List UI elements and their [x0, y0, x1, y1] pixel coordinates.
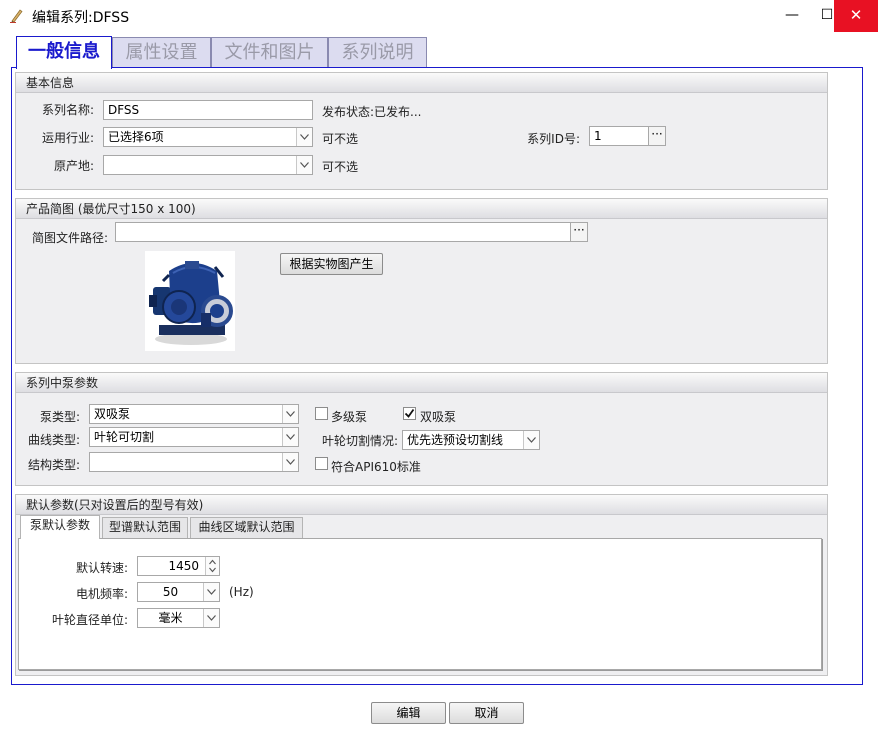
series-id-browse-button[interactable]: ··· — [648, 126, 666, 146]
pump-sketch-image — [145, 251, 235, 351]
impeller-unit-label: 叶轮直径单位: — [51, 613, 128, 627]
default-speed-label: 默认转速: — [75, 561, 128, 575]
default-speed-value: 1450 — [168, 559, 199, 573]
sketch-path-label: 简图文件路径: — [31, 231, 108, 245]
structure-type-label: 结构类型: — [27, 458, 80, 472]
impeller-unit-value: 毫米 — [158, 611, 183, 625]
multistage-checkbox[interactable] — [315, 407, 328, 420]
frequency-unit: (Hz) — [229, 585, 254, 599]
default-speed-spinner[interactable]: 1450 — [137, 556, 220, 576]
industry-hint: 可不选 — [322, 132, 359, 146]
publish-status-text: 发布状态:已发布... — [322, 105, 422, 119]
spin-arrows-icon[interactable] — [206, 557, 219, 575]
industry-label: 运用行业: — [41, 131, 94, 145]
chevron-down-icon — [296, 128, 312, 146]
chevron-down-icon — [203, 609, 219, 627]
curve-type-value: 叶轮可切割 — [94, 430, 155, 444]
edit-button[interactable]: 编辑 — [371, 702, 446, 724]
tab-general-info[interactable]: 一般信息 — [16, 36, 112, 69]
pump-params-header: 系列中泵参数 — [16, 373, 827, 393]
chevron-down-icon — [203, 583, 219, 601]
motor-frequency-value: 50 — [162, 585, 179, 599]
default-params-header: 默认参数(只对设置后的型号有效) — [16, 495, 827, 515]
api610-label: 符合API610标准 — [331, 460, 421, 474]
impeller-cut-select[interactable]: 优先选预设切割线 — [402, 430, 540, 450]
impeller-cut-value: 优先选预设切割线 — [407, 433, 504, 447]
product-sketch-header: 产品简图 (最优尺寸150 x 100) — [16, 199, 827, 219]
tab-files-and-images[interactable]: 文件和图片 — [211, 37, 328, 68]
impeller-unit-select[interactable]: 毫米 — [137, 608, 220, 628]
chevron-down-icon — [523, 431, 539, 449]
pump-illustration — [149, 261, 233, 345]
origin-hint: 可不选 — [322, 160, 359, 174]
curve-type-select[interactable]: 叶轮可切割 — [89, 427, 299, 447]
series-name-label: 系列名称: — [41, 103, 94, 117]
motor-frequency-select[interactable]: 50 — [137, 582, 220, 602]
api610-checkbox[interactable] — [315, 457, 328, 470]
tab-property-settings[interactable]: 属性设置 — [112, 37, 211, 68]
series-name-input[interactable]: DFSS — [103, 100, 313, 120]
double-suction-label: 双吸泵 — [420, 410, 457, 424]
tab-pump-defaults[interactable]: 泵默认参数 — [20, 515, 100, 539]
sketch-path-browse-button[interactable]: ··· — [570, 222, 588, 242]
double-suction-checkbox[interactable] — [403, 407, 416, 420]
origin-select[interactable] — [103, 155, 313, 175]
curve-type-label: 曲线类型: — [27, 433, 80, 447]
chevron-down-icon — [282, 453, 298, 471]
series-id-input[interactable]: 1 — [589, 126, 650, 146]
pump-type-value: 双吸泵 — [94, 407, 131, 421]
industry-select-value: 已选择6项 — [108, 130, 164, 144]
multistage-label: 多级泵 — [331, 410, 368, 424]
tab-series-description[interactable]: 系列说明 — [328, 37, 427, 68]
sketch-path-input[interactable] — [115, 222, 572, 242]
basic-info-header: 基本信息 — [16, 73, 827, 93]
chevron-down-icon — [282, 428, 298, 446]
motor-frequency-label: 电机频率: — [75, 587, 128, 601]
chevron-down-icon — [296, 156, 312, 174]
chevron-down-icon — [282, 405, 298, 423]
pump-type-label: 泵类型: — [39, 410, 80, 424]
origin-label: 原产地: — [53, 159, 94, 173]
window-title: 编辑系列:DFSS — [32, 10, 130, 26]
impeller-cut-label: 叶轮切割情况: — [321, 434, 398, 448]
series-id-label: 系列ID号: — [527, 132, 580, 146]
pump-type-select[interactable]: 双吸泵 — [89, 404, 299, 424]
structure-type-select[interactable] — [89, 452, 299, 472]
title-bar: 编辑系列:DFSS — ☐ ✕ — [0, 0, 878, 32]
checkmark-icon — [404, 408, 415, 418]
close-button[interactable]: ✕ — [834, 0, 878, 32]
minimize-button[interactable]: — — [775, 0, 809, 32]
cancel-button[interactable]: 取消 — [449, 702, 524, 724]
generate-from-photo-button[interactable]: 根据实物图产生 — [280, 253, 383, 275]
pen-icon — [10, 9, 23, 23]
tab-spectrum-defaults[interactable]: 型谱默认范围 — [102, 517, 188, 538]
tab-curve-region-defaults[interactable]: 曲线区域默认范围 — [190, 517, 303, 538]
industry-select[interactable]: 已选择6项 — [103, 127, 313, 147]
